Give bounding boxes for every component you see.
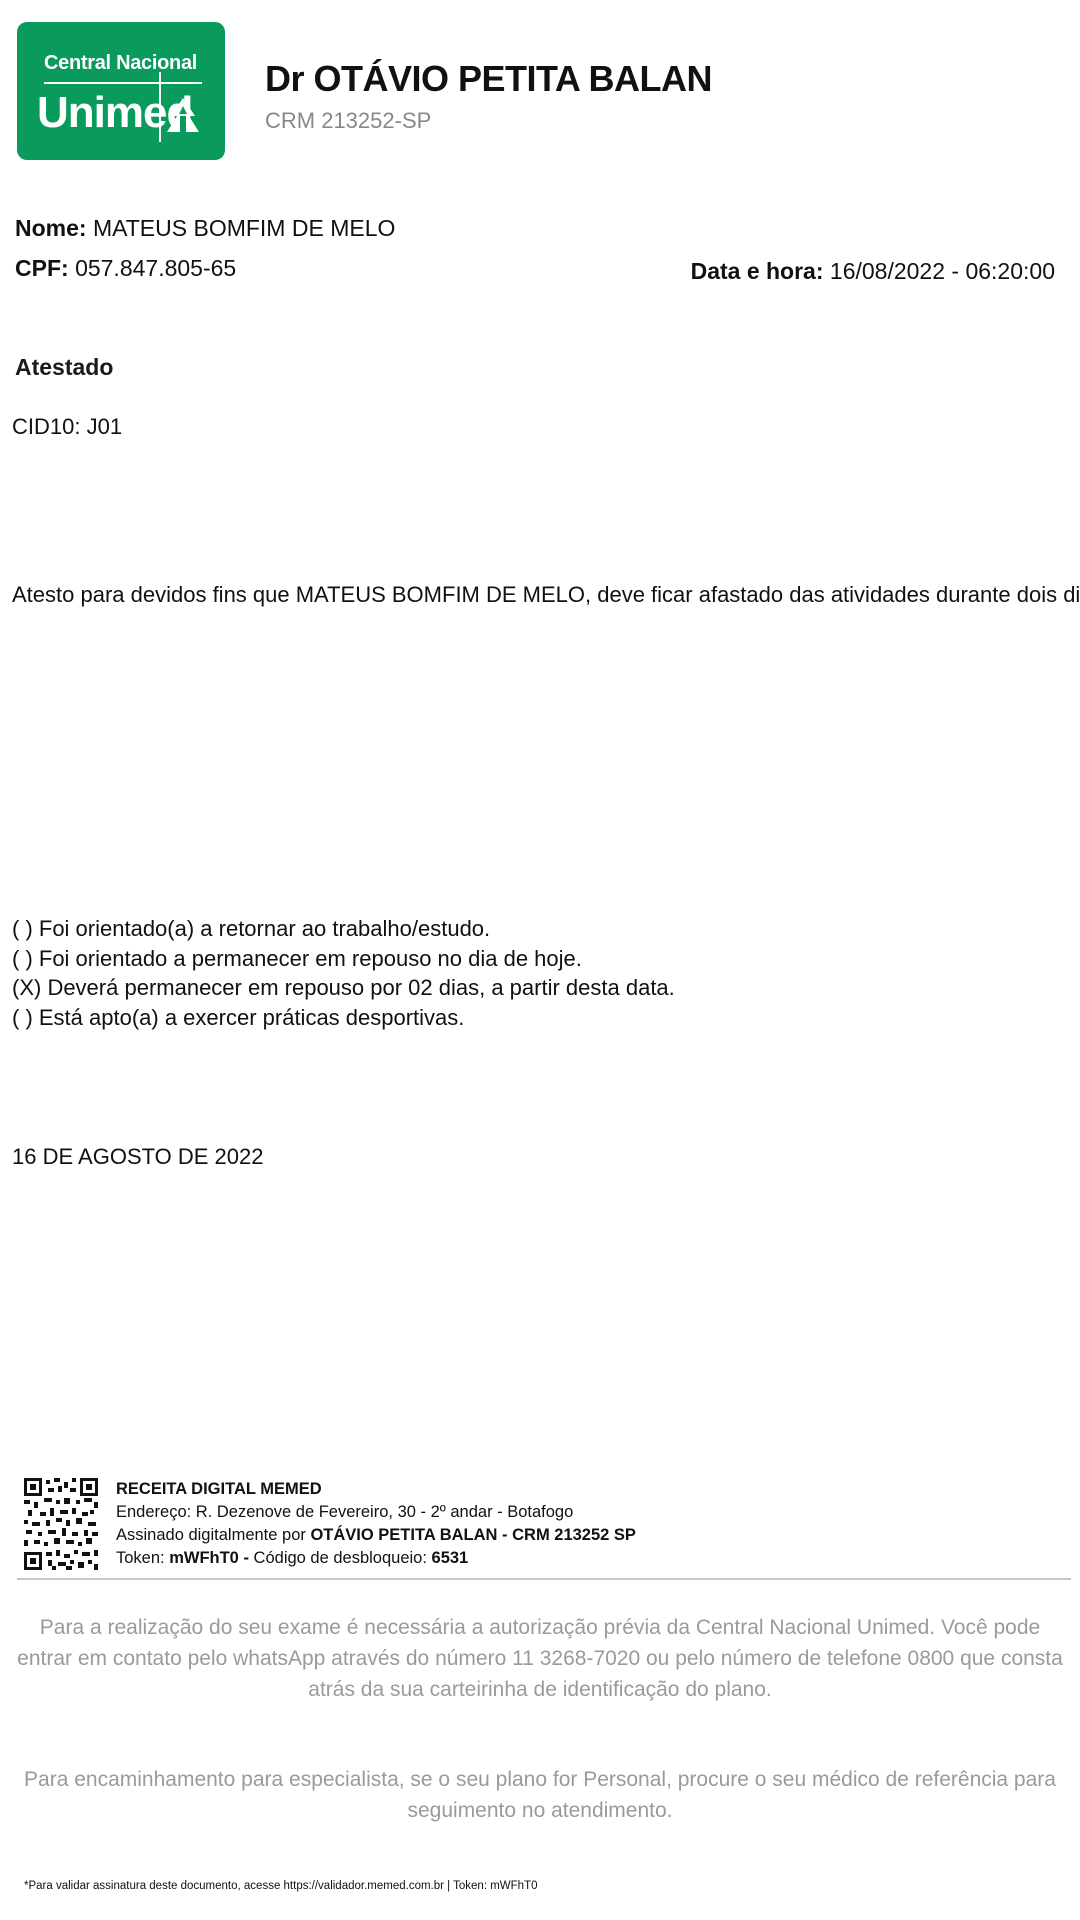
- option-item: ( ) Foi orientado a permanecer em repous…: [12, 946, 582, 971]
- patient-name-label: Nome:: [15, 215, 87, 241]
- statement-text: Atesto para devidos fins que MATEUS BOMF…: [12, 582, 1080, 607]
- document-title: Atestado: [15, 354, 114, 380]
- signature-token-row: Token: mWFhT0 - Código de desbloqueio: 6…: [116, 1547, 636, 1570]
- option-item: ( ) Foi orientado(a) a retornar ao traba…: [12, 916, 491, 941]
- validation-note[interactable]: *Para validar assinatura deste documento…: [24, 1880, 538, 1892]
- signature-title: RECEITA DIGITAL MEMED: [116, 1480, 322, 1498]
- signature-text: RECEITA DIGITAL MEMED Endereço: R. Dezen…: [116, 1478, 636, 1570]
- signature-address: Endereço: R. Dezenove de Fevereiro, 30 -…: [116, 1503, 574, 1521]
- datetime-value: 16/08/2022 - 06:20:00: [829, 258, 1055, 284]
- datetime-label: Data e hora:: [690, 258, 824, 284]
- token-label: Token:: [116, 1549, 170, 1567]
- patient-name: MATEUS BOMFIM DE MELO: [92, 215, 396, 241]
- option-item: ( ) Está apto(a) a exercer práticas desp…: [12, 1005, 465, 1030]
- patient-name-row: Nome: MATEUS BOMFIM DE MELO: [15, 215, 395, 242]
- doctor-name: Dr OTÁVIO PETITA BALAN: [265, 58, 713, 99]
- option-item: (X) Deverá permanecer em repouso por 02 …: [12, 975, 675, 1000]
- unlock-code: 6531: [431, 1549, 469, 1567]
- footer-divider: [17, 1578, 1071, 1580]
- signed-prefix: Assinado digitalmente por: [116, 1526, 311, 1544]
- token-separator: -: [238, 1549, 254, 1567]
- code-prefix: Código de desbloqueio:: [253, 1549, 432, 1567]
- doctor-crm: CRM 213252-SP: [265, 108, 432, 133]
- cid-code: CID10: J01: [12, 414, 123, 439]
- unimed-tree-icon: [159, 72, 199, 142]
- qr-code-icon[interactable]: [24, 1478, 98, 1570]
- referral-note: Para encaminhamento para especialista, s…: [24, 1768, 1056, 1822]
- patient-cpf: 057.847.805-65: [75, 255, 237, 281]
- signature-signed-row: Assinado digitalmente por OTÁVIO PETITA …: [116, 1524, 636, 1547]
- unimed-logo: Central Nacional Unimed: [17, 22, 225, 160]
- authorization-note: Para a realização do seu exame é necessá…: [17, 1616, 1063, 1701]
- document-date: 16 DE AGOSTO DE 2022: [12, 1144, 264, 1169]
- token-value: mWFhT0: [169, 1549, 239, 1567]
- patient-cpf-row: CPF: 057.847.805-65: [15, 255, 236, 282]
- signed-by: OTÁVIO PETITA BALAN - CRM 213252 SP: [310, 1526, 636, 1544]
- datetime-row: Data e hora: 16/08/2022 - 06:20:00: [691, 258, 1055, 285]
- patient-cpf-label: CPF:: [15, 255, 69, 281]
